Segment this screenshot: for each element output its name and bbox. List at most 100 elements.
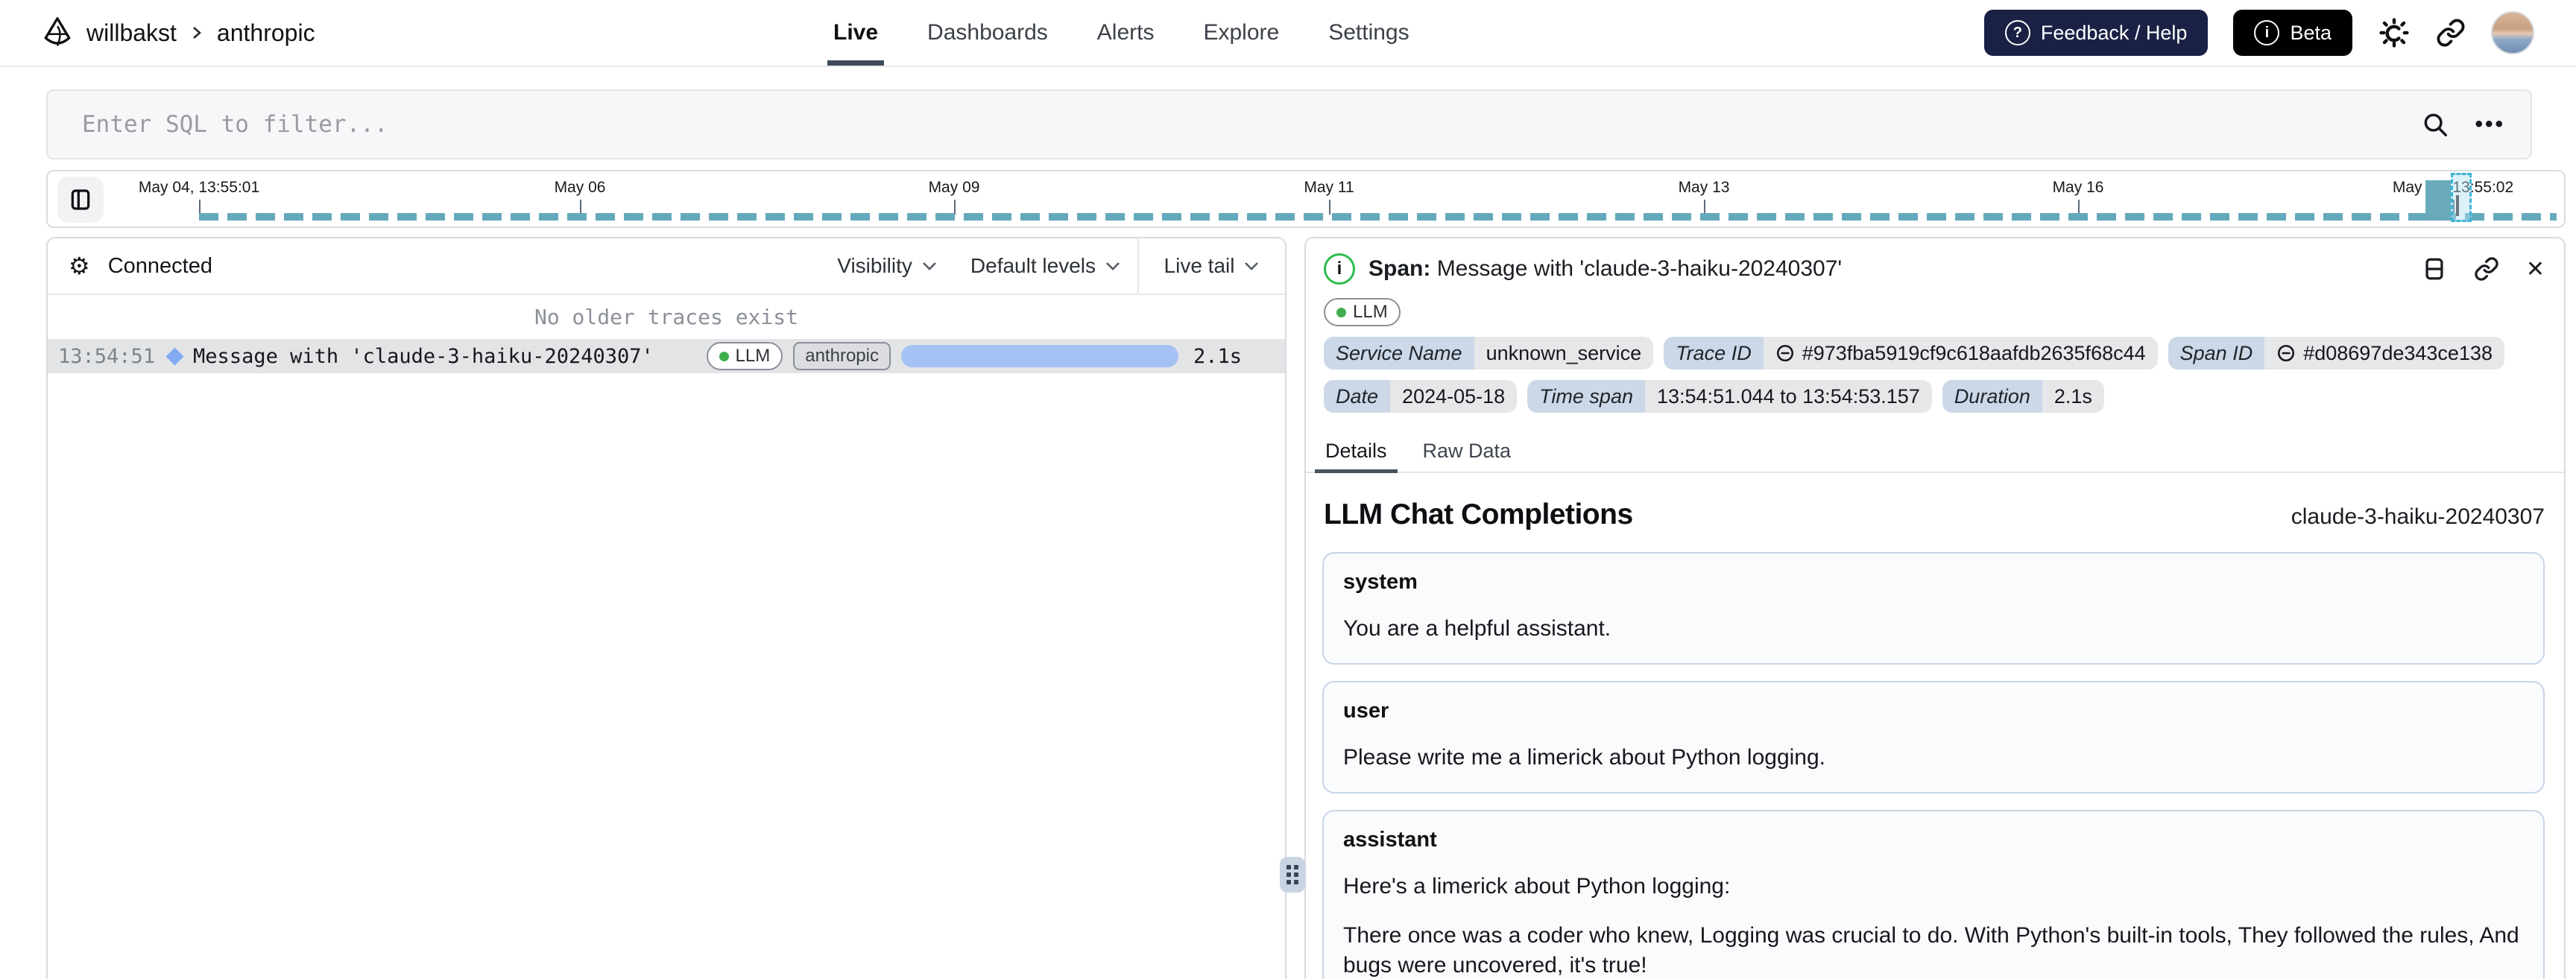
tab-details[interactable]: Details [1315,432,1398,473]
sun-moon-icon [2378,16,2411,49]
chevron-down-icon [1243,261,1260,271]
link-icon [2276,343,2296,363]
span-title-text: Message with 'claude-3-haiku-20240307' [1436,256,1843,281]
live-tail-dropdown[interactable]: Live tail [1148,254,1277,278]
top-navbar: willbakst anthropic Live Dashboards Aler… [0,0,2576,67]
visibility-dropdown[interactable]: Visibility [821,238,954,294]
attribute-value: 13:54:51.044 to 13:54:53.157 [1644,380,1932,413]
tab-dashboards[interactable]: Dashboards [927,0,1048,66]
connection-status: Connected [107,253,212,278]
attribute-value: #d08697de343ce138 [2303,341,2493,364]
message-role: system [1343,570,1418,594]
close-panel-button[interactable]: ✕ [2526,256,2545,282]
link-icon [1775,343,1795,363]
service-name-chip: Service Name unknown_service [1324,337,1654,370]
trace-id-chip[interactable]: Trace ID #973fba5919cf9c618aafdb2635f68c… [1664,337,2158,370]
message-card-user: user Please write me a limerick about Py… [1322,680,2545,793]
message-text: There once was a coder who knew, Logging… [1343,922,2519,978]
split-view-button[interactable] [2422,256,2447,282]
sql-filter-bar: ••• [46,89,2532,159]
attribute-label: Duration [1942,380,2042,413]
message-text: Please write me a limerick about Python … [1343,744,1825,770]
user-avatar[interactable] [2491,11,2534,54]
default-levels-label: Default levels [970,254,1096,277]
chevron-right-icon [190,23,203,42]
span-attributes-row-1: Service Name unknown_service Trace ID #9… [1306,326,2564,370]
attribute-value: unknown_service [1474,337,1654,370]
attribute-value: #973fba5919cf9c618aafdb2635f68c44 [1802,341,2146,364]
settings-gear-icon[interactable]: ⚙ [69,254,90,278]
timeline-track[interactable]: May 04, 13:55:01 May 06 May 09 May 11 Ma… [48,171,2564,226]
timeline-selection-window[interactable] [2451,173,2472,222]
live-tail-label: Live tail [1164,254,1235,277]
timeline-strip: May 04, 13:55:01 May 06 May 09 May 11 Ma… [46,170,2566,228]
sql-filter-input[interactable] [82,111,2422,138]
logfire-logo-icon[interactable] [42,16,73,50]
attribute-label: Span ID [2168,337,2265,370]
tab-settings[interactable]: Settings [1328,0,1409,66]
project-tag-pill[interactable]: anthropic [793,342,891,370]
message-role: user [1343,698,1389,723]
share-link-button[interactable] [2436,18,2466,48]
info-circle-icon: i [2254,20,2280,45]
split-panel-icon [2422,256,2447,282]
llm-tag-pill[interactable]: LLM [1324,298,1401,326]
span-header: i Span: Message with 'claude-3-haiku-202… [1306,238,2564,295]
message-role: assistant [1343,827,1437,852]
tab-alerts[interactable]: Alerts [1097,0,1155,66]
llm-tag-label: LLM [1353,302,1388,322]
beta-button[interactable]: i Beta [2233,10,2352,56]
visibility-label: Visibility [837,254,912,277]
llm-tag-label: LLM [735,346,771,366]
timeline-tick [199,200,201,215]
copy-link-button[interactable] [2474,256,2499,282]
message-text: Here's a limerick about Python logging: [1343,873,1731,899]
theme-toggle-button[interactable] [2378,16,2411,49]
chevron-down-icon [921,261,938,271]
tab-live[interactable]: Live [827,0,885,66]
timeline-tick-label: May 11 [1304,179,1354,196]
section-title: LLM Chat Completions [1324,498,1633,530]
breadcrumb-org[interactable]: willbakst [86,19,177,47]
duration-chip: Duration 2.1s [1942,380,2104,413]
timeline-tick [1329,200,1330,215]
feedback-help-button[interactable]: ? Feedback / Help [1983,10,2209,56]
date-chip: Date 2024-05-18 [1324,380,1518,413]
span-detail-tabs: Details Raw Data [1306,432,2564,473]
message-text: You are a helpful assistant. [1343,616,1611,641]
search-button[interactable] [2421,110,2449,139]
breadcrumb: willbakst anthropic [42,16,315,50]
trace-timestamp: 13:54:51 [58,344,156,368]
nav-tabs: Live Dashboards Alerts Explore Settings [827,0,1409,66]
timeline-cursor [2456,195,2459,216]
breadcrumb-project[interactable]: anthropic [217,19,315,47]
attribute-label: Service Name [1324,337,1474,370]
default-levels-dropdown[interactable]: Default levels [954,238,1137,294]
more-options-button[interactable]: ••• [2475,112,2505,137]
search-icon [2421,110,2449,139]
span-id-chip[interactable]: Span ID #d08697de343ce138 [2168,337,2504,370]
span-diamond-icon [165,346,184,366]
timeline-activity-line [199,213,2557,221]
model-name: claude-3-haiku-20240307 [2291,504,2545,529]
time-span-chip: Time span 13:54:51.044 to 13:54:53.157 [1527,380,1932,413]
span-detail-panel: i Span: Message with 'claude-3-haiku-202… [1304,237,2566,979]
feedback-help-label: Feedback / Help [2040,21,2188,44]
app-root: willbakst anthropic Live Dashboards Aler… [0,0,2576,979]
trace-list-panel: ⚙ Connected Visibility Default levels Li… [46,237,1287,979]
timeline-histogram-bar [2425,180,2451,221]
green-dot-icon [719,351,729,361]
link-icon [2436,18,2466,48]
panel-resize-handle[interactable] [1280,857,1305,893]
timeline-tick-label: May 16 [2052,179,2104,196]
llm-tag-pill[interactable]: LLM [706,342,783,370]
timeline-tick [954,200,956,215]
duration-text: 2.1s [1193,344,1242,368]
tab-raw-data[interactable]: Raw Data [1421,432,1513,472]
tab-explore[interactable]: Explore [1203,0,1279,66]
timeline-tick [1704,200,1705,215]
attribute-value: 2024-05-18 [1390,380,1518,413]
timeline-tick-label: May 09 [928,179,980,196]
beta-label: Beta [2290,21,2332,44]
trace-row[interactable]: 13:54:51 Message with 'claude-3-haiku-20… [48,339,1285,373]
